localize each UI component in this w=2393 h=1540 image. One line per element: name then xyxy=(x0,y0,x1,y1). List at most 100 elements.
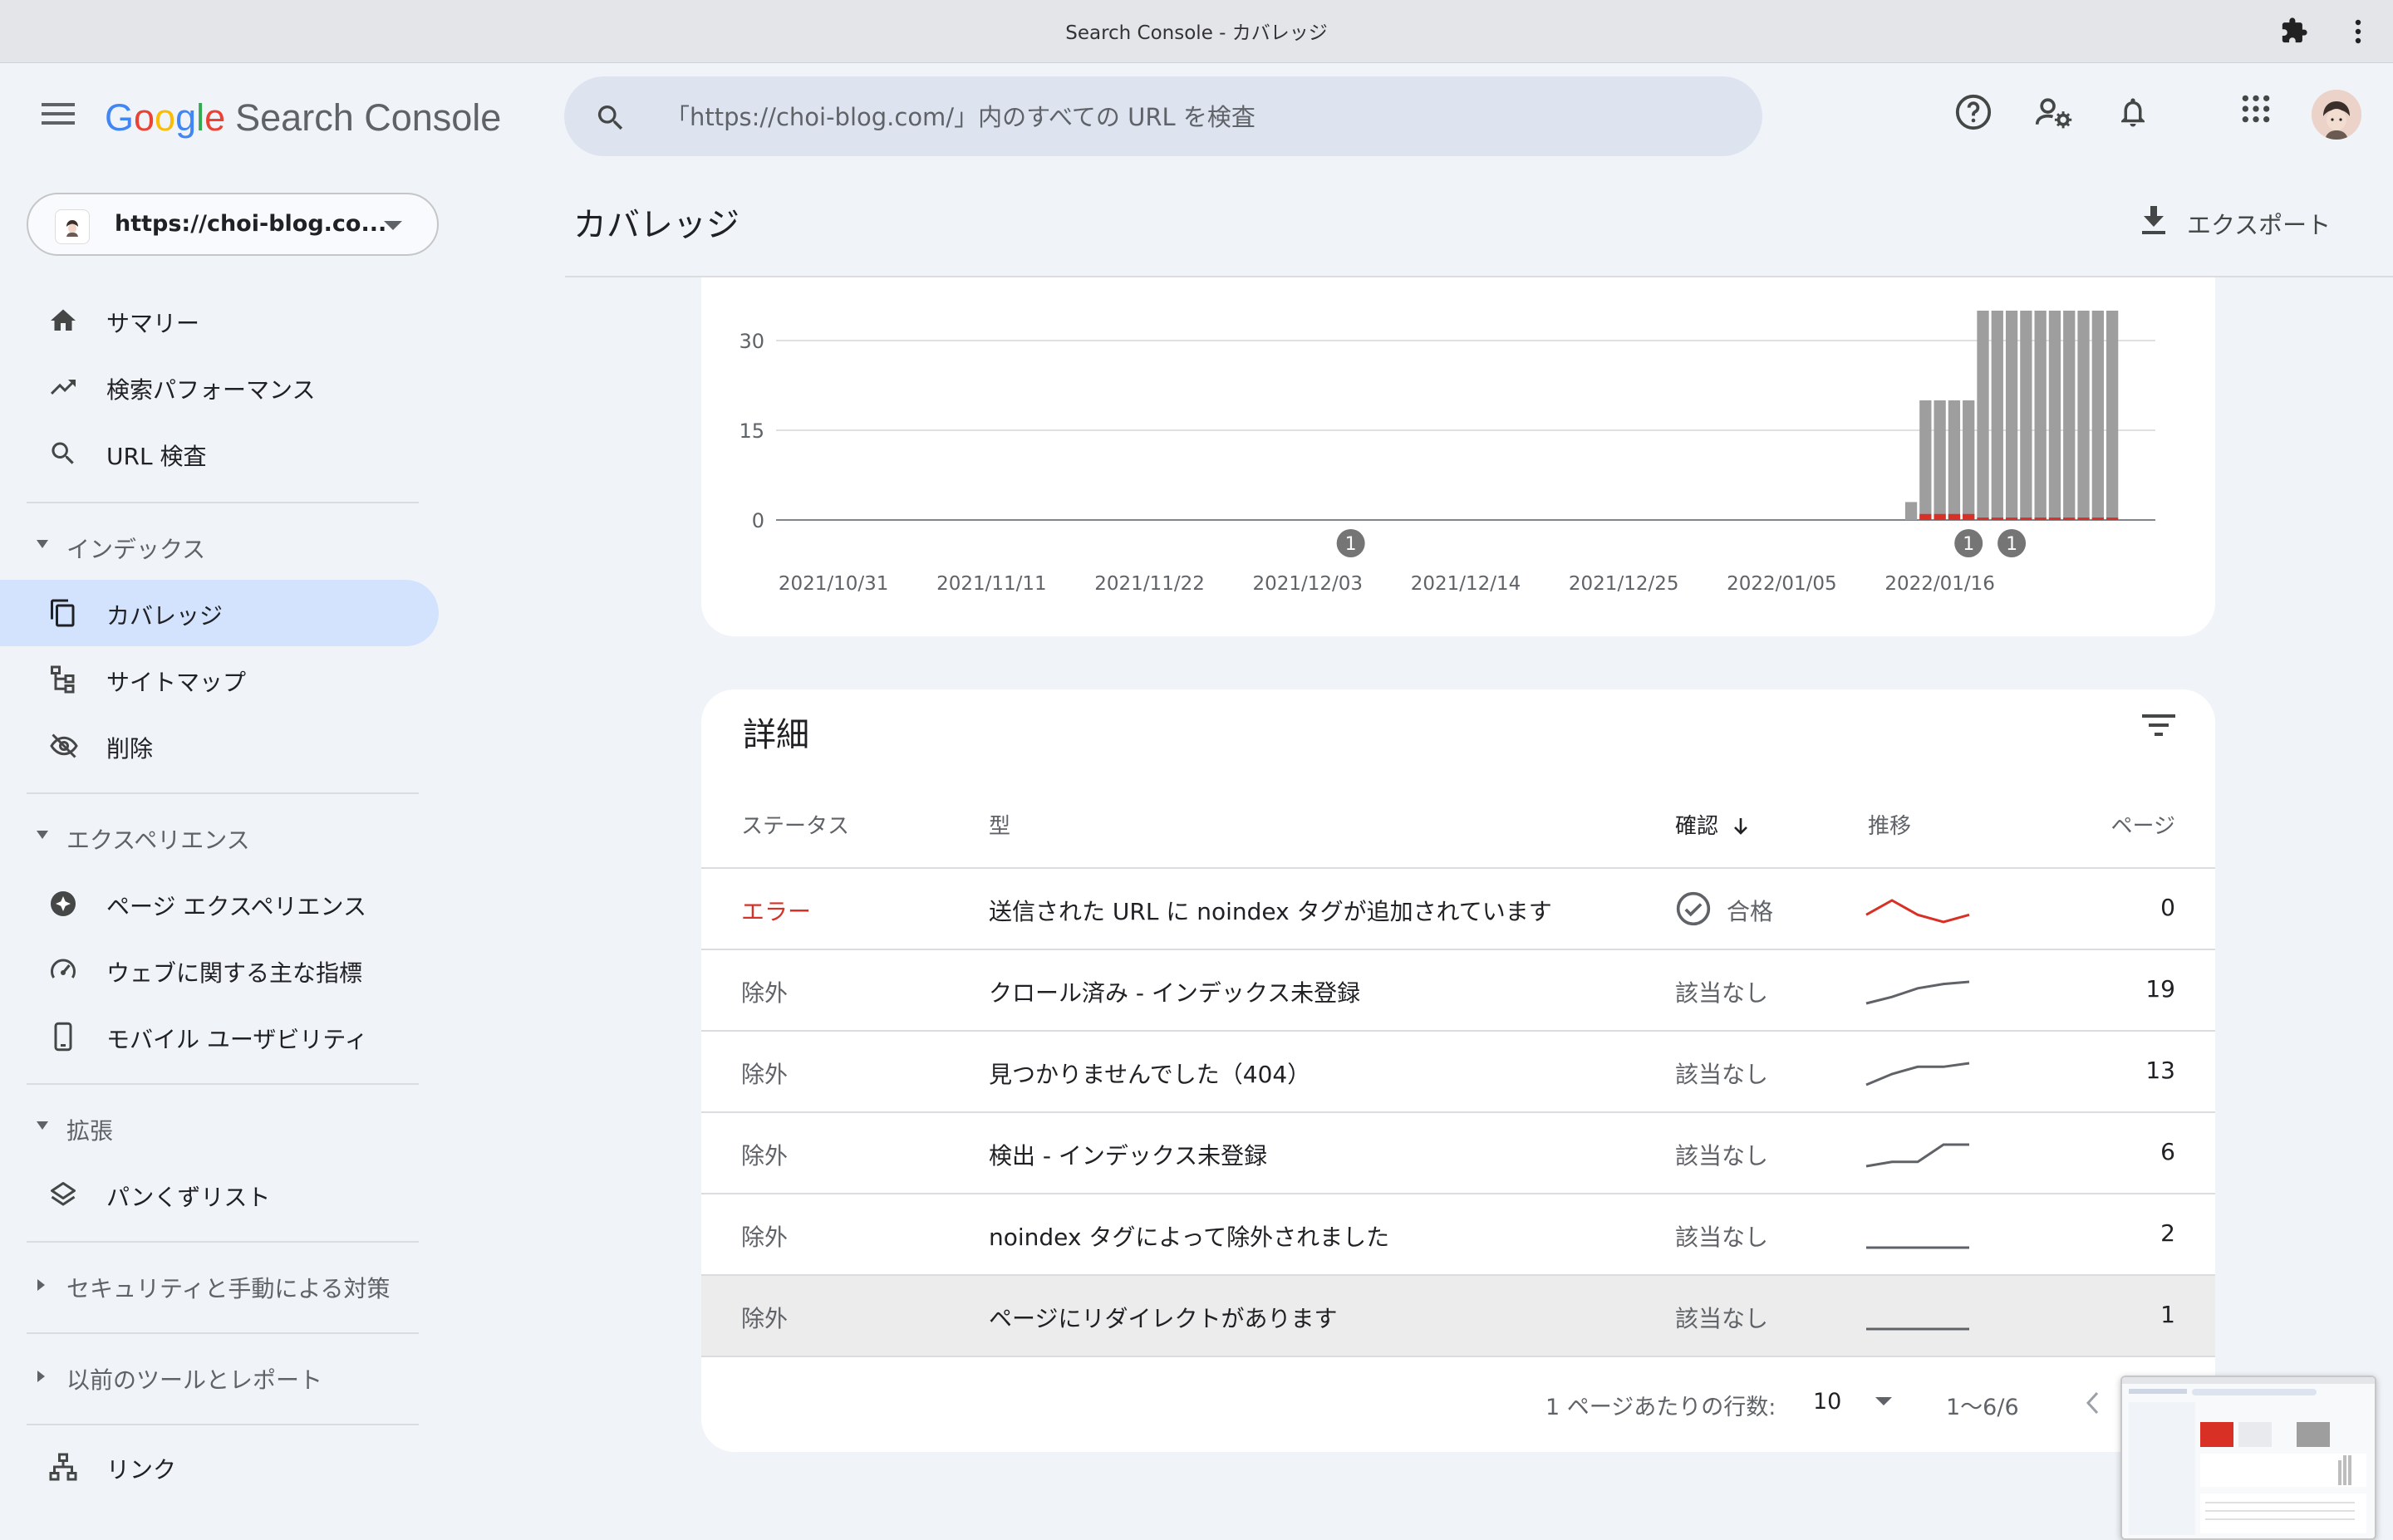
table-row[interactable]: 除外 見つかりませんでした（404） 該当なし 13 xyxy=(701,1030,2215,1111)
sidebar-item-summary[interactable]: サマリー xyxy=(0,287,439,354)
row-validation: 合格 xyxy=(1727,898,1774,925)
phone-icon xyxy=(54,1022,72,1052)
sidebar-divider xyxy=(27,1332,419,1334)
row-pages: 19 xyxy=(2145,975,2175,1003)
chart-bar xyxy=(2077,311,2090,520)
notifications-bell-icon[interactable] xyxy=(2115,93,2150,131)
chart-bar xyxy=(1977,517,1989,520)
table-row[interactable]: 除外 ページにリダイレクトがあります 該当なし 1 xyxy=(701,1274,2215,1356)
column-header-status[interactable]: ステータス xyxy=(741,809,849,840)
chart-bar xyxy=(2063,311,2076,520)
row-validation: 該当なし xyxy=(1675,1061,1769,1088)
property-selector[interactable]: https://choi-blog.co... xyxy=(27,193,439,256)
property-label: https://choi-blog.co... xyxy=(115,211,387,237)
google-apps-icon[interactable] xyxy=(2240,93,2272,125)
pages-icon xyxy=(51,599,75,627)
sidebar-item-coverage[interactable]: カバレッジ xyxy=(0,580,439,646)
chart-bar xyxy=(2020,517,2032,520)
hamburger-menu-icon[interactable] xyxy=(42,101,75,126)
chart-bar xyxy=(2034,517,2047,520)
chart-bar xyxy=(1991,517,2003,520)
row-pages: 13 xyxy=(2145,1057,2175,1084)
logo-product-name: Search Console xyxy=(235,96,502,139)
url-inspect-input[interactable] xyxy=(664,95,1731,140)
sitemap-icon xyxy=(51,665,75,694)
eye-off-icon xyxy=(50,733,78,758)
sidebar-item-core-web-vitals[interactable]: ウェブに関する主な指標 xyxy=(0,937,439,1003)
sidebar-item-mobile-usability[interactable]: モバイル ユーザビリティ xyxy=(0,1003,439,1070)
x-tick-label: 2021/12/03 xyxy=(1253,573,1364,595)
sparkline-path xyxy=(1865,980,1970,1005)
favicon-avatar-icon xyxy=(66,220,78,237)
row-type: 見つかりませんでした（404） xyxy=(989,1061,1311,1088)
row-status: 除外 xyxy=(741,1142,789,1170)
row-validation: 該当なし xyxy=(1675,979,1769,1007)
check-circle-icon xyxy=(1676,891,1711,926)
window-menu-icon[interactable] xyxy=(2353,18,2363,45)
row-type: クロール済み - インデックス未登録 xyxy=(989,979,1361,1007)
row-status: 除外 xyxy=(741,979,789,1007)
column-header-validation[interactable]: 確認 xyxy=(1675,809,1750,840)
search-icon[interactable] xyxy=(594,101,627,135)
column-header-trend[interactable]: 推移 xyxy=(1868,809,1911,840)
pagination-range: 1〜6/6 xyxy=(1946,1395,2019,1420)
sidebar-item-links[interactable]: リンク xyxy=(0,1434,439,1500)
chart-bar xyxy=(1934,513,1946,520)
chart-bar xyxy=(1904,502,1918,520)
previous-page-icon[interactable] xyxy=(2082,1389,2102,1417)
chart-bar xyxy=(2048,311,2061,520)
trend-sparkline xyxy=(1865,1062,1970,1086)
chart-bar xyxy=(1963,513,1975,520)
chart-bar xyxy=(2005,311,2018,520)
sidebar-item-breadcrumbs[interactable]: パンくずリスト xyxy=(0,1161,439,1228)
x-tick-label: 2021/11/11 xyxy=(936,573,1047,595)
table-row[interactable]: 除外 noindex タグによって除外されました 該当なし 2 xyxy=(701,1193,2215,1274)
column-header-pages[interactable]: ページ xyxy=(2111,809,2175,840)
sort-arrow-down-icon xyxy=(1734,818,1748,835)
sidebar-divider xyxy=(27,502,419,503)
sidebar-item-performance[interactable]: 検索パフォーマンス xyxy=(0,354,439,420)
screenshot-preview-thumbnail[interactable] xyxy=(2120,1376,2376,1540)
manage-users-icon[interactable] xyxy=(2034,93,2074,131)
row-type: 送信された URL に noindex タグが追加されています xyxy=(989,898,1552,925)
chart-bar xyxy=(2063,517,2076,520)
sidebar-section-index[interactable]: インデックス xyxy=(0,520,439,570)
sidebar-section-experience[interactable]: エクスペリエンス xyxy=(0,811,439,861)
sidebar-item-url-inspection[interactable]: URL 検査 xyxy=(0,420,439,487)
table-row[interactable]: エラー 送信された URL に noindex タグが追加されています 合格 0 xyxy=(701,867,2215,949)
chart-bar xyxy=(2048,517,2061,520)
rows-per-page-select[interactable]: 10 xyxy=(1813,1389,1894,1415)
coverage-chart-card: 30 15 0 1 1 1 2021/10/31 2021/11/11 2021/11/22 20… xyxy=(701,277,2215,636)
account-avatar[interactable] xyxy=(2312,90,2361,140)
sidebar-divider xyxy=(27,1083,419,1085)
details-title: 詳細 xyxy=(743,716,809,754)
row-type: ページにリダイレクトがあります xyxy=(989,1305,1338,1332)
sidebar-item-removals[interactable]: 削除 xyxy=(0,713,439,779)
row-pages: 2 xyxy=(2160,1219,2175,1247)
sidebar-item-sitemaps[interactable]: サイトマップ xyxy=(0,646,439,713)
sidebar-section-security[interactable]: セキュリティと手動による対策 xyxy=(0,1259,439,1309)
sidebar-section-legacy-tools[interactable]: 以前のツールとレポート xyxy=(0,1351,439,1400)
table-row[interactable]: 除外 クロール済み - インデックス未登録 該当なし 19 xyxy=(701,949,2215,1030)
row-type: 検出 - インデックス未登録 xyxy=(989,1142,1268,1170)
table-row[interactable]: 除外 検出 - インデックス未登録 該当なし 6 xyxy=(701,1111,2215,1193)
sidebar-item-page-experience[interactable]: ページ エクスペリエンス xyxy=(0,871,439,937)
chart-bar xyxy=(1991,311,2003,520)
chart-bar xyxy=(2034,311,2047,520)
sidebar-section-enhancements[interactable]: 拡張 xyxy=(0,1101,439,1151)
row-status: 除外 xyxy=(741,1224,789,1251)
chart-annotation-label: 1 xyxy=(1345,534,1357,555)
url-inspect-search-bar[interactable] xyxy=(564,76,1762,156)
help-icon[interactable] xyxy=(1954,93,1993,131)
filter-icon[interactable] xyxy=(2142,713,2175,738)
trend-sparkline xyxy=(1866,1327,1969,1331)
chart-bar xyxy=(1919,400,1932,520)
row-type: noindex タグによって除外されました xyxy=(989,1224,1390,1251)
caret-down-icon xyxy=(37,1121,48,1130)
extensions-icon[interactable] xyxy=(2280,17,2308,45)
search-console-logo[interactable]: Google Search Console xyxy=(105,96,501,140)
window-title: Search Console - カバレッジ xyxy=(1065,22,1328,44)
row-pages: 6 xyxy=(2160,1138,2175,1165)
x-tick-label: 2022/01/05 xyxy=(1727,573,1837,595)
column-header-type[interactable]: 型 xyxy=(989,809,1010,840)
